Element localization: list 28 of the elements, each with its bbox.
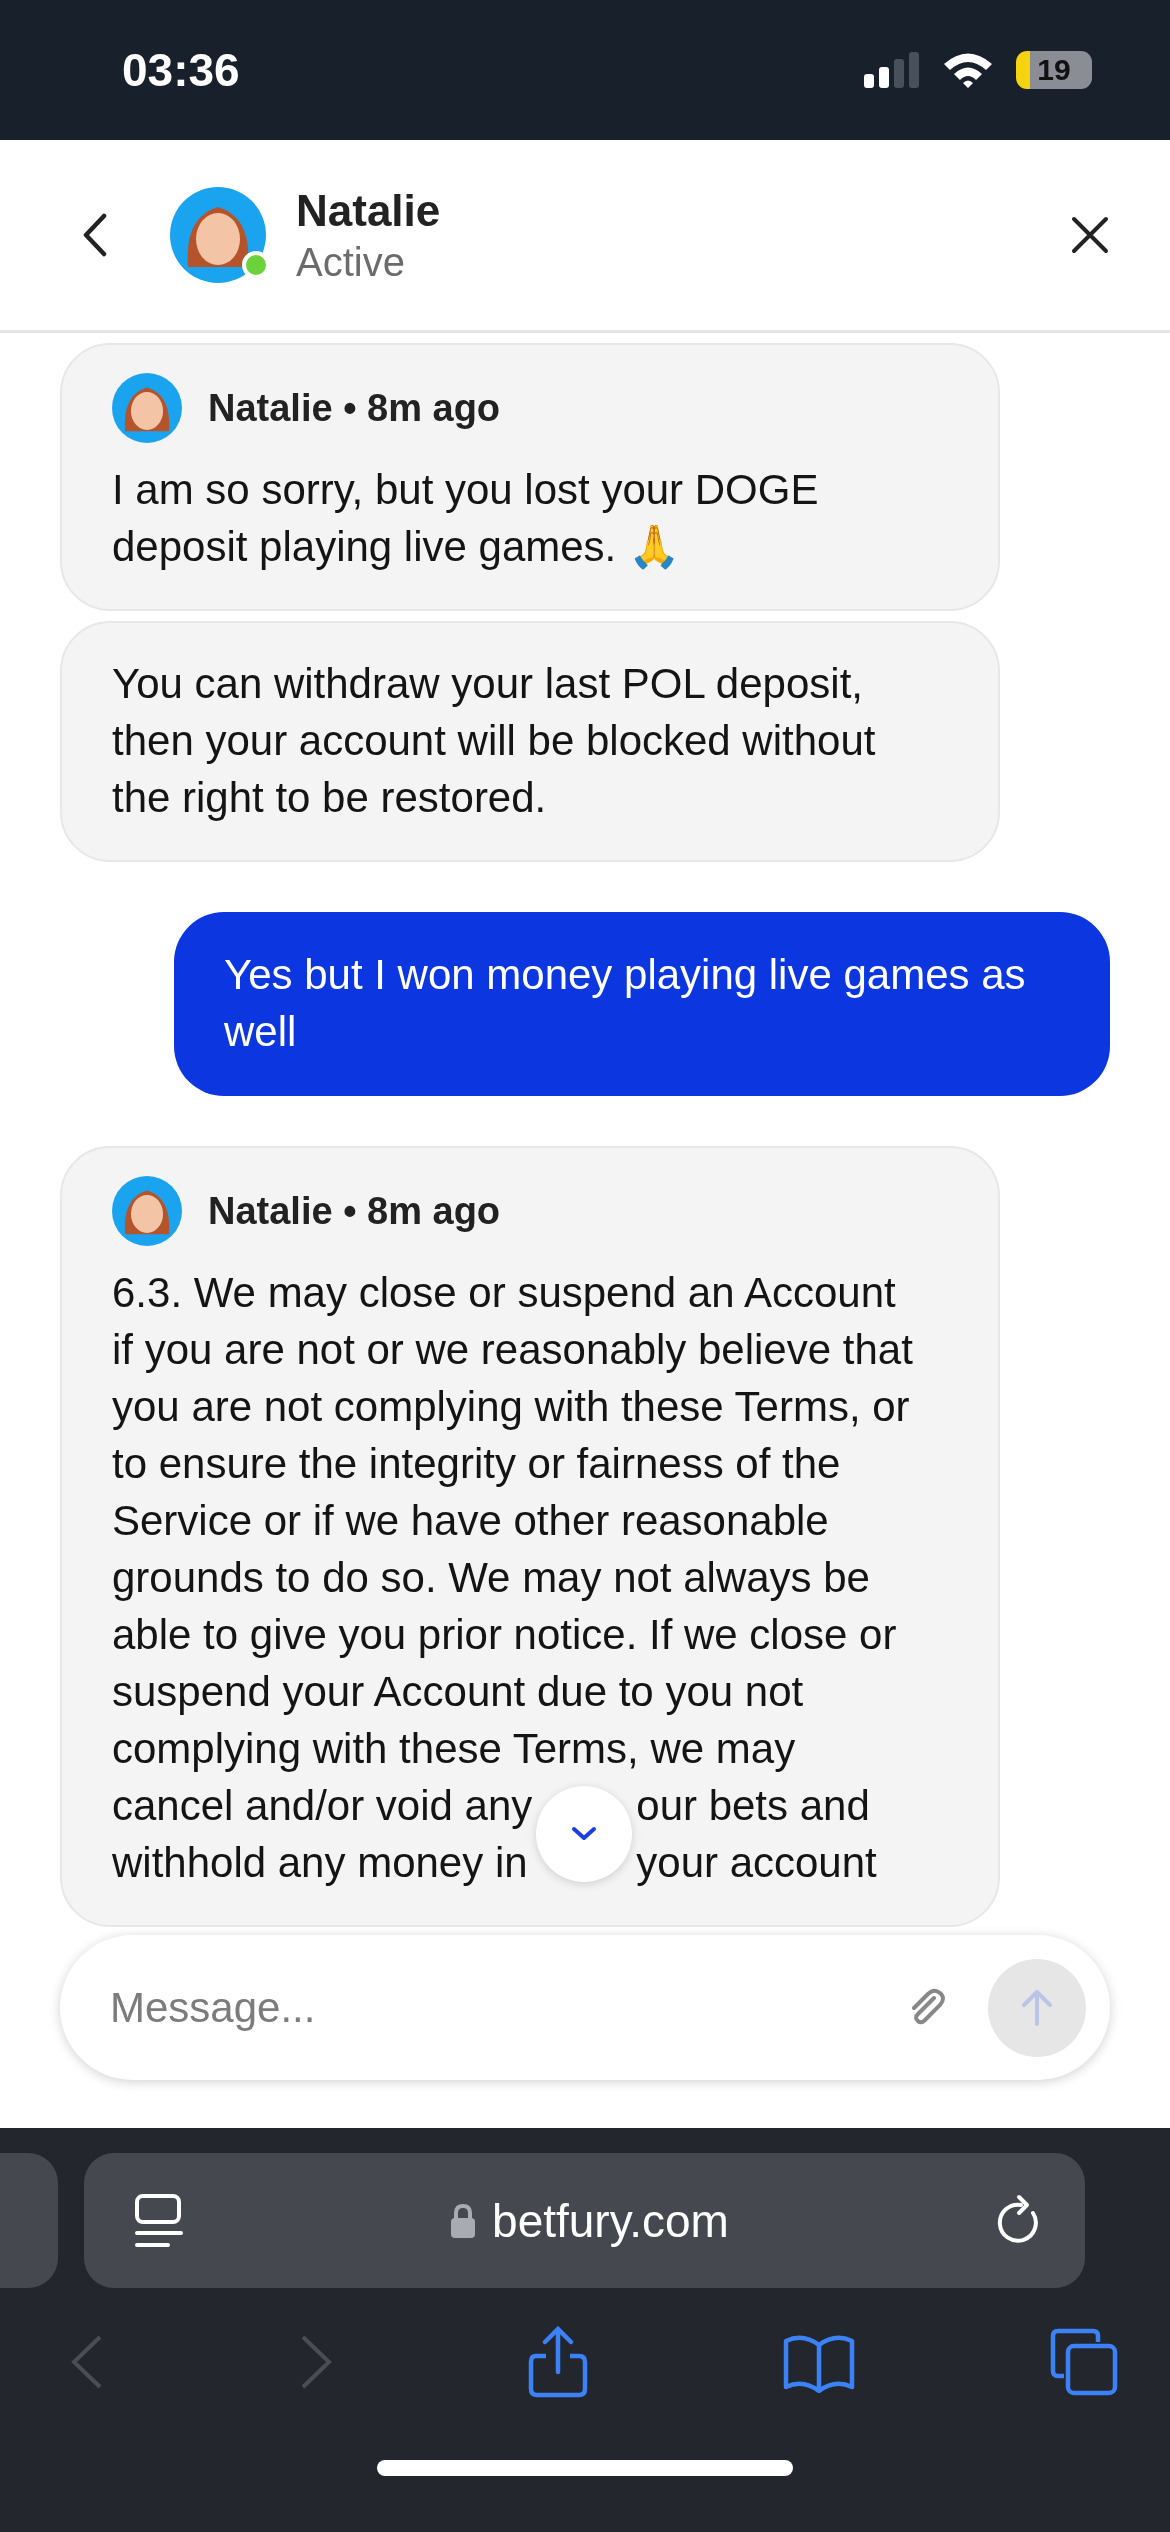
lock-icon bbox=[450, 2202, 477, 2239]
message-text: cancel and/or void any bbox=[112, 1781, 533, 1831]
avatar bbox=[112, 1176, 182, 1246]
address-bar[interactable]: betfury.com bbox=[84, 2153, 1085, 2288]
battery-level: 19 bbox=[1037, 53, 1071, 87]
tabs-icon[interactable] bbox=[1050, 2328, 1118, 2396]
status-time: 03:36 bbox=[122, 43, 240, 97]
arrow-up-icon bbox=[1020, 1987, 1054, 2028]
signal-icon bbox=[864, 52, 920, 88]
avatar bbox=[112, 373, 182, 443]
wifi-icon bbox=[942, 51, 994, 89]
contact-status: Active bbox=[296, 239, 406, 285]
message-byline: Natalie • 8m ago bbox=[208, 386, 501, 430]
share-icon[interactable] bbox=[528, 2326, 588, 2398]
message-text: withhold any money in bbox=[112, 1838, 529, 1888]
message-text: our bets and bbox=[636, 1781, 871, 1831]
url-text: betfury.com bbox=[492, 2193, 729, 2248]
message-composer[interactable]: Message... bbox=[60, 1935, 1110, 2080]
close-icon[interactable] bbox=[1070, 215, 1110, 255]
contact-name: Natalie bbox=[296, 185, 442, 236]
message-byline: Natalie • 8m ago bbox=[208, 1189, 501, 1233]
message-text: I am so sorry, but you lost your DOGE deposit playing live games. 🙏 bbox=[112, 465, 820, 572]
message-text: Yes but I won money playing live games as well bbox=[224, 950, 1027, 1057]
message-text: You can withdraw your last POL deposit, then your account will be blocked without the right to be restored. bbox=[112, 659, 877, 823]
message-input[interactable]: Message... bbox=[108, 1982, 864, 2033]
reader-icon[interactable] bbox=[134, 2192, 184, 2249]
chevron-down-icon bbox=[570, 1825, 599, 1843]
message-text: your account bbox=[636, 1838, 877, 1888]
